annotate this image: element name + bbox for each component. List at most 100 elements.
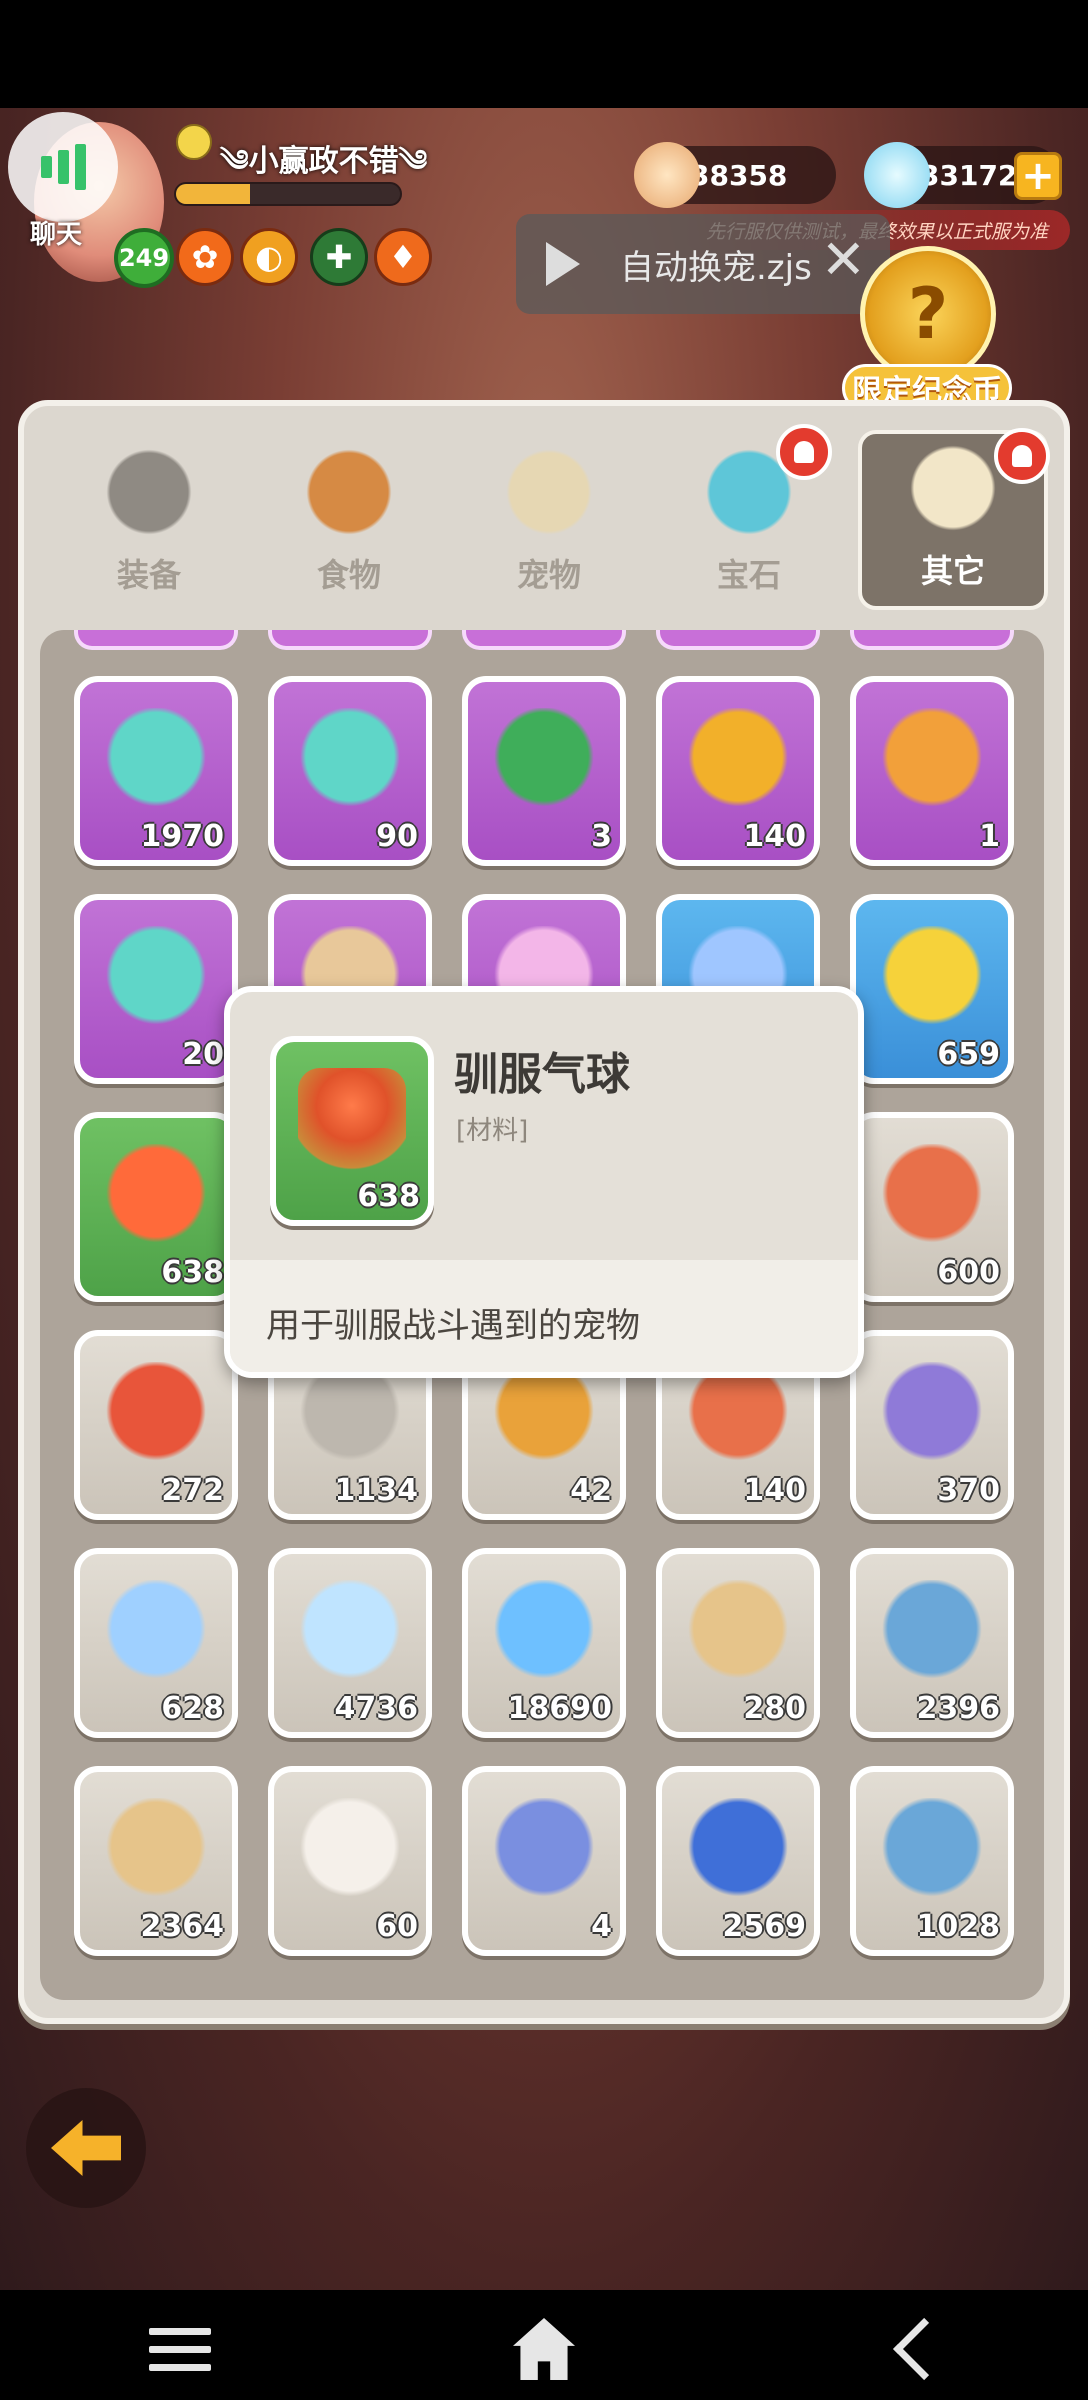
item-count: 659 <box>937 1037 1000 1072</box>
inventory-item-slot[interactable]: 20 <box>74 894 238 1084</box>
inventory-item-slot[interactable]: 140 <box>656 676 820 866</box>
shell-currency-icon <box>634 142 700 208</box>
tab-label: 其它 <box>920 552 985 590</box>
item-count: 1 <box>979 819 1000 854</box>
ticket-icon <box>102 708 210 816</box>
inventory-item-slot[interactable]: 1028 <box>850 1766 1014 1956</box>
mystery-box-icon <box>878 926 986 1034</box>
purple-chest-icon <box>878 1362 986 1470</box>
system-back-button[interactable] <box>870 2314 956 2384</box>
inventory-item-slot[interactable]: 280 <box>656 1548 820 1738</box>
ham-icon <box>684 1362 792 1470</box>
add-currency-button[interactable]: + <box>1014 152 1062 200</box>
tooltip-category: [材料] <box>456 1116 529 1146</box>
swirl-bag-icon <box>878 708 986 816</box>
item-count: 140 <box>743 819 806 854</box>
inventory-item-slot[interactable]: 3 <box>462 676 626 866</box>
blue-rune-icon <box>684 1798 792 1906</box>
dino-fossil-icon <box>102 1362 210 1470</box>
item-count: 370 <box>937 1473 1000 1508</box>
xp-bar-fill <box>176 184 250 204</box>
gold-currency[interactable]: 38358 <box>634 142 836 208</box>
dice-icon <box>296 1798 404 1906</box>
star-badge-icon <box>684 708 792 816</box>
pet-skull-icon <box>499 442 599 542</box>
gem-bag-icon <box>490 708 598 816</box>
back-button[interactable] <box>26 2088 146 2208</box>
tooltip-item-slot: 638 <box>270 1036 434 1226</box>
gold-currency-value: 38358 <box>690 158 788 192</box>
player-emote-icon <box>176 124 212 160</box>
buff-claw-icon[interactable]: ◐ <box>240 228 298 286</box>
play-icon[interactable] <box>546 242 580 286</box>
inventory-item-slot[interactable]: 659 <box>850 894 1014 1084</box>
partial-item-slot <box>462 630 626 650</box>
inventory-item-slot[interactable]: 2396 <box>850 1548 1014 1738</box>
stone-tablet-icon <box>296 1362 404 1470</box>
tab-4[interactable]: 其它 <box>858 428 1050 610</box>
inventory-item-slot[interactable]: 370 <box>850 1330 1014 1520</box>
item-count: 90 <box>376 819 418 854</box>
item-count: 2396 <box>916 1691 1001 1726</box>
partial-item-slot <box>656 630 820 650</box>
buff-fire-icon[interactable]: ✿ <box>176 228 234 286</box>
blue-chest-icon <box>878 1580 986 1688</box>
prism-icon <box>490 1580 598 1688</box>
limited-coin-icon[interactable]: ? <box>860 246 996 382</box>
ham-icon <box>878 1144 986 1252</box>
tab-1[interactable]: 食物 <box>254 430 444 610</box>
inventory-item-slot[interactable]: 4736 <box>268 1548 432 1738</box>
item-count: 1028 <box>916 1909 1001 1944</box>
inventory-item-slot[interactable]: 628 <box>74 1548 238 1738</box>
inventory-item-slot[interactable]: 90 <box>268 676 432 866</box>
inventory-item-slot[interactable]: 60 <box>268 1766 432 1956</box>
buff-shield-icon[interactable]: ♦ <box>374 228 432 286</box>
inventory-item-slot[interactable]: 2569 <box>656 1766 820 1956</box>
inventory-item-slot[interactable]: 1 <box>850 676 1014 866</box>
inventory-item-slot[interactable]: 1970 <box>74 676 238 866</box>
script-name: 自动换宠.zjs <box>620 247 812 288</box>
xp-bar <box>174 182 402 206</box>
system-nav-bar <box>0 2290 1088 2400</box>
taming-balloon-icon <box>298 1068 406 1176</box>
close-icon[interactable]: ✕ <box>821 232 866 288</box>
inventory-item-slot[interactable]: 2364 <box>74 1766 238 1956</box>
item-count: 1134 <box>334 1473 419 1508</box>
menu-icon <box>149 2327 211 2371</box>
inventory-item-slot[interactable]: 18690 <box>462 1548 626 1738</box>
buff-cactus-icon[interactable]: ✚ <box>310 228 368 286</box>
item-count: 2569 <box>722 1909 807 1944</box>
tab-0[interactable]: 装备 <box>54 430 244 610</box>
item-tooltip: 638 驯服气球 [材料] 用于驯服战斗遇到的宠物 <box>224 986 864 1378</box>
notification-bell-icon <box>994 428 1050 484</box>
game-screen: { "hud": { "chat_label": "聊天", "player_n… <box>0 0 1088 2400</box>
tab-3[interactable]: 宝石 <box>654 424 844 610</box>
item-count: 600 <box>937 1255 1000 1290</box>
diamond-currency-icon <box>864 142 930 208</box>
recent-apps-button[interactable] <box>140 2314 220 2384</box>
inventory-item-slot[interactable]: 638 <box>74 1112 238 1302</box>
item-count: 2364 <box>140 1909 225 1944</box>
tooltip-description: 用于驯服战斗遇到的宠物 <box>266 1306 640 1346</box>
item-count: 280 <box>743 1691 806 1726</box>
item-count: 20 <box>182 1037 224 1072</box>
script-overlay[interactable]: 自动换宠.zjs ✕ <box>516 214 890 314</box>
moon-icon <box>102 1580 210 1688</box>
item-count: 4 <box>591 1909 612 1944</box>
inventory-item-slot[interactable]: 272 <box>74 1330 238 1520</box>
item-count: 272 <box>161 1473 224 1508</box>
item-count: 3 <box>591 819 612 854</box>
star-icon <box>296 1580 404 1688</box>
inventory-item-slot[interactable]: 600 <box>850 1112 1014 1302</box>
food-bowl-icon <box>299 442 399 542</box>
item-count: 140 <box>743 1473 806 1508</box>
chevron-left-icon <box>893 2317 956 2381</box>
tab-label: 装备 <box>116 556 181 594</box>
notification-bell-icon <box>776 424 832 480</box>
tab-2[interactable]: 宠物 <box>454 430 644 610</box>
network-signal-icon <box>8 112 118 222</box>
tooltip-title: 驯服气球 <box>454 1049 630 1100</box>
inventory-item-slot[interactable]: 4 <box>462 1766 626 1956</box>
chat-label[interactable]: 聊天 <box>30 214 82 251</box>
home-button[interactable] <box>504 2314 584 2384</box>
